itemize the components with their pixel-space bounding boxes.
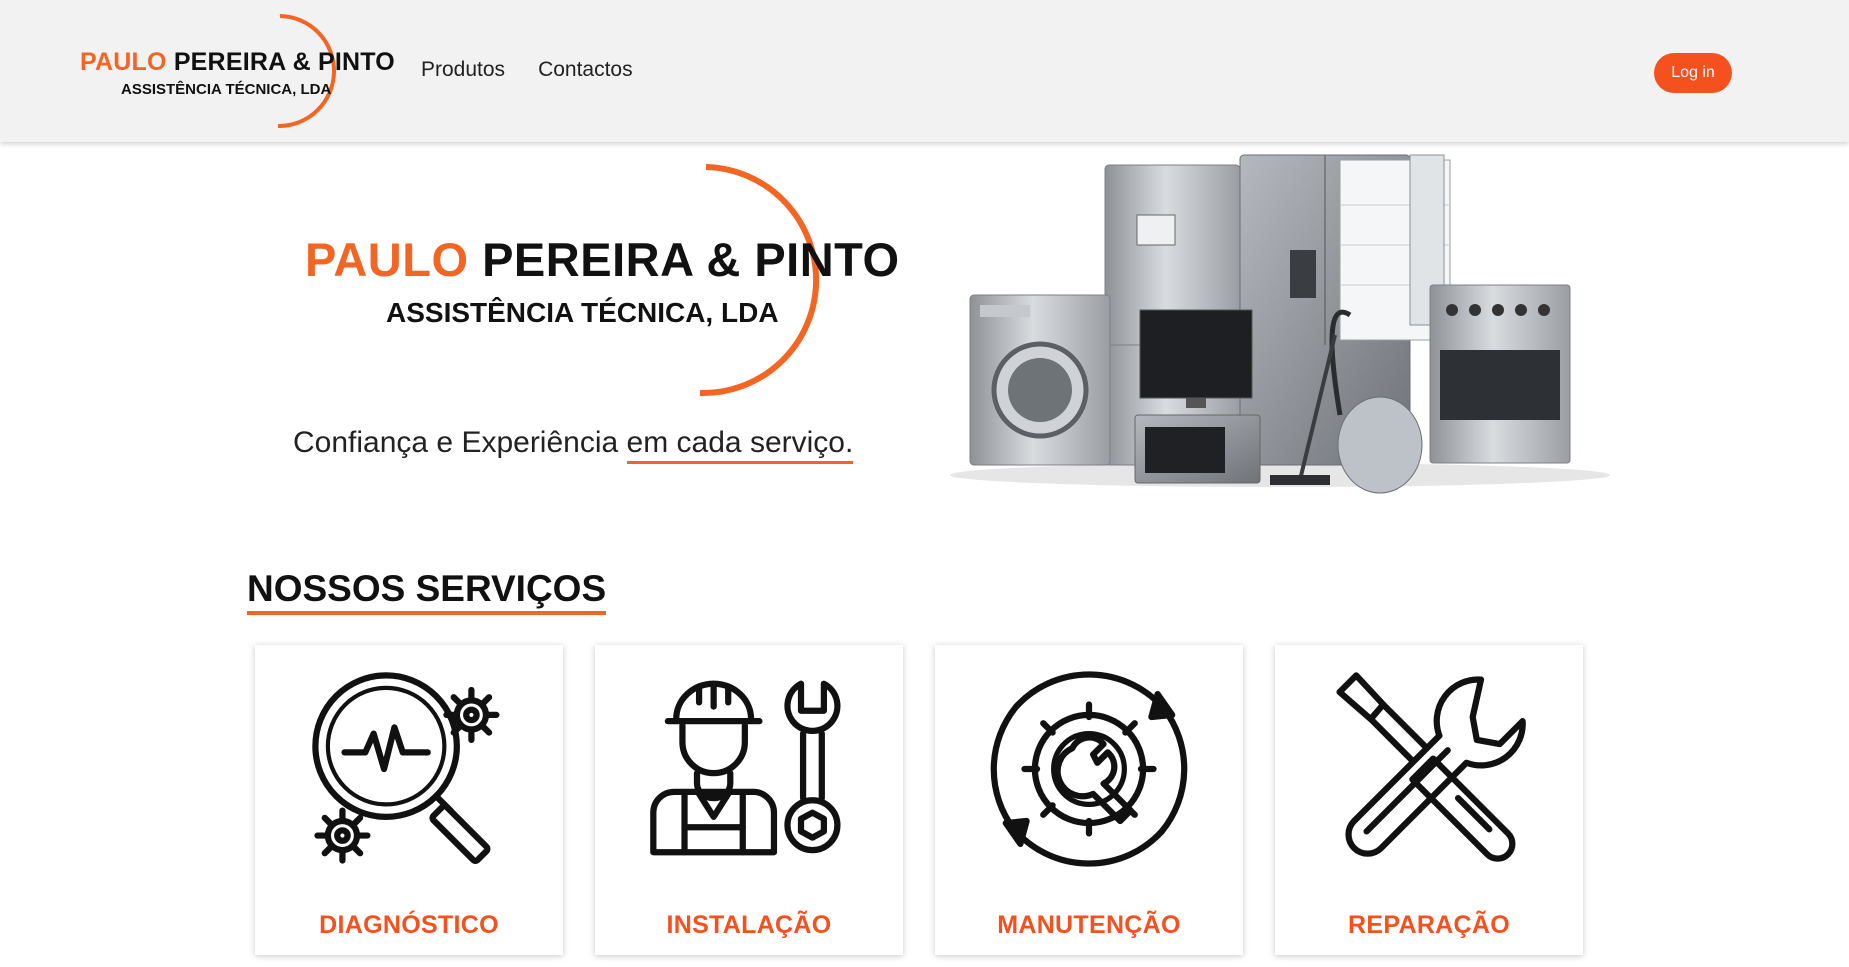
service-card-manutencao[interactable]: MANUTENÇÃO xyxy=(935,645,1243,955)
service-label: INSTALAÇÃO xyxy=(666,911,832,939)
magnifier-gears-icon xyxy=(312,672,500,864)
nav-link-produtos[interactable]: Produtos xyxy=(421,58,505,82)
hero-tagline: Confiança e Experiência em cada serviço. xyxy=(293,426,854,464)
hero-company-name: PAULO PEREIRA & PINTO xyxy=(305,233,900,286)
services-section-title: NOSSOS SERVIÇOS xyxy=(247,568,607,615)
services-cards: DIAGNÓSTICO INSTALAÇÃO MANUTENÇÃO REPARA… xyxy=(255,645,1583,955)
service-label: MANUTENÇÃO xyxy=(997,911,1181,939)
hero-brand: PAULO PEREIRA & PINTO ASSISTÊNCIA TÉCNIC… xyxy=(300,162,900,402)
nav-link-contactos[interactable]: Contactos xyxy=(538,58,633,82)
appliances-image xyxy=(950,154,1610,494)
gear-wrench-cycle-icon xyxy=(990,671,1188,867)
login-button[interactable]: Log in xyxy=(1654,53,1732,93)
service-card-diagnostico[interactable]: DIAGNÓSTICO xyxy=(255,645,563,955)
technician-wrench-icon xyxy=(650,680,841,856)
service-card-instalacao[interactable]: INSTALAÇÃO xyxy=(595,645,903,955)
top-navbar: PAULO PEREIRA & PINTO ASSISTÊNCIA TÉCNIC… xyxy=(0,0,1849,142)
service-card-reparacao[interactable]: REPARAÇÃO xyxy=(1275,645,1583,955)
main-nav: Produtos Contactos xyxy=(421,58,633,82)
crossed-tools-icon xyxy=(1336,672,1526,862)
service-label: DIAGNÓSTICO xyxy=(319,911,499,939)
logo-subtitle: ASSISTÊNCIA TÉCNICA, LDA xyxy=(121,81,332,98)
service-label: REPARAÇÃO xyxy=(1348,911,1510,939)
logo-name: PAULO PEREIRA & PINTO xyxy=(80,48,395,76)
tagline-highlight: em cada serviço. xyxy=(626,426,854,464)
hero-company-subtitle: ASSISTÊNCIA TÉCNICA, LDA xyxy=(386,297,779,328)
company-logo[interactable]: PAULO PEREIRA & PINTO ASSISTÊNCIA TÉCNIC… xyxy=(78,14,395,128)
